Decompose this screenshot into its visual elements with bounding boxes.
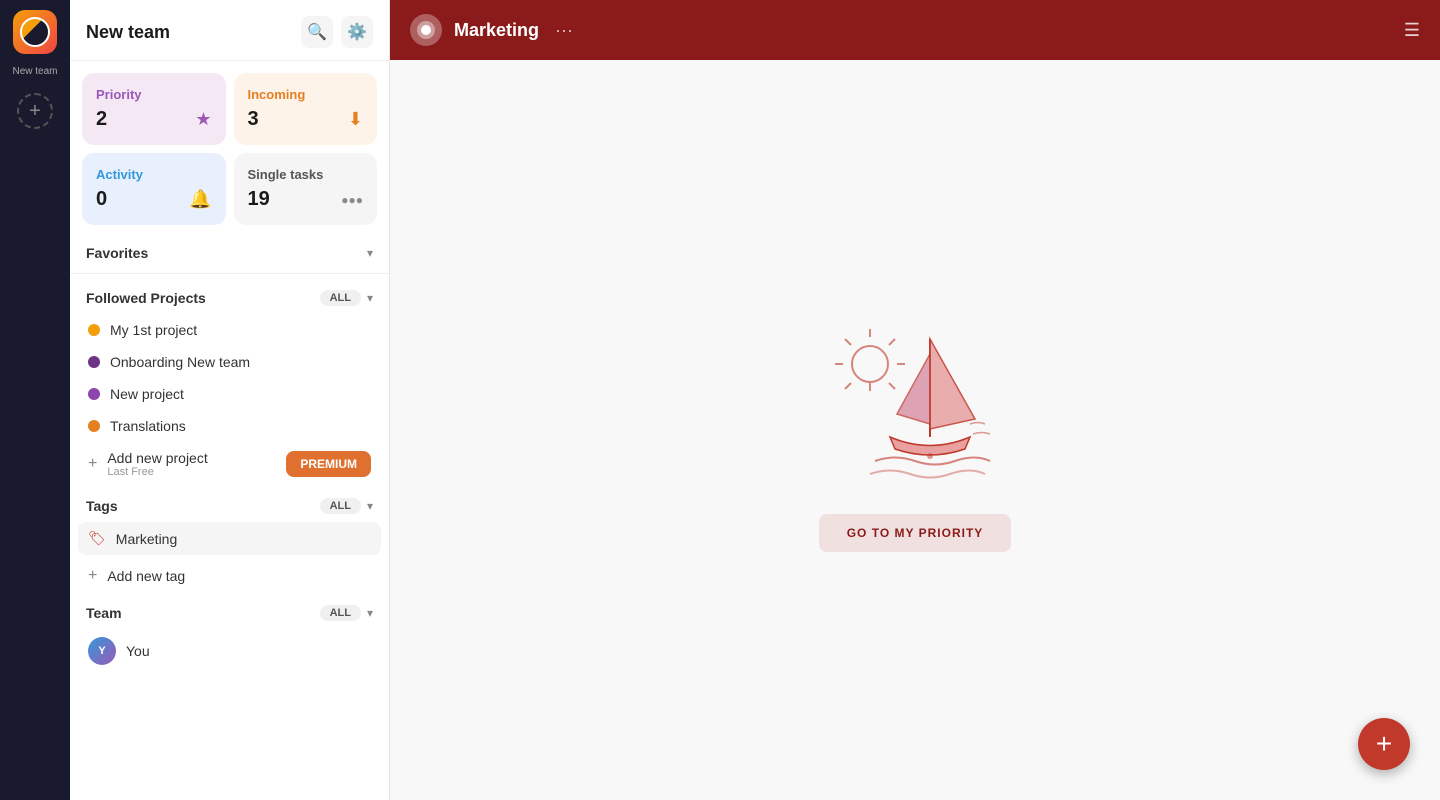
tags-title: Tags xyxy=(86,498,118,514)
incoming-count: 3 xyxy=(248,108,259,131)
project-dot xyxy=(88,420,100,432)
add-project-item[interactable]: + Add new project Last Free PREMIUM xyxy=(78,442,381,486)
team-section[interactable]: Team ALL ▾ xyxy=(70,593,389,629)
single-tasks-count: 19 xyxy=(248,188,270,211)
settings-button[interactable]: ⚙️ xyxy=(341,16,373,48)
premium-button[interactable]: PREMIUM xyxy=(286,451,371,477)
activity-label: Activity xyxy=(96,167,212,182)
avatar: Y xyxy=(88,637,116,665)
project-name: New project xyxy=(110,386,184,402)
sidebar-actions: 🔍 ⚙️ xyxy=(301,16,373,48)
project-dot xyxy=(88,356,100,368)
main-header-menu-button[interactable]: ··· xyxy=(555,20,573,41)
sidebar: New team 🔍 ⚙️ Priority 2 ★ Incoming 3 ⬇ … xyxy=(70,0,390,800)
project-list: My 1st project Onboarding New team New p… xyxy=(70,314,389,486)
followed-projects-section[interactable]: Followed Projects ALL ▾ xyxy=(70,278,389,314)
incoming-card[interactable]: Incoming 3 ⬇ xyxy=(234,73,378,145)
sidebar-title: New team xyxy=(86,22,170,43)
single-tasks-card[interactable]: Single tasks 19 ●●● xyxy=(234,153,378,225)
add-workspace-button[interactable]: + xyxy=(17,93,53,129)
single-tasks-label: Single tasks xyxy=(248,167,364,182)
project-name: Translations xyxy=(110,418,186,434)
project-item[interactable]: Translations xyxy=(78,410,381,442)
activity-icon: 🔔 xyxy=(189,189,211,210)
activity-card[interactable]: Activity 0 🔔 xyxy=(82,153,226,225)
main-header: Marketing ··· ☰ xyxy=(390,0,1440,60)
add-tag-item[interactable]: + Add new tag xyxy=(78,559,381,593)
main-body: GO TO MY PRIORITY xyxy=(390,60,1440,800)
tags-chevron: ▾ xyxy=(367,499,373,513)
tags-section[interactable]: Tags ALL ▾ xyxy=(70,486,389,522)
stats-grid: Priority 2 ★ Incoming 3 ⬇ Activity 0 🔔 S… xyxy=(70,61,389,233)
app-logo[interactable] xyxy=(13,10,57,54)
priority-card[interactable]: Priority 2 ★ xyxy=(82,73,226,145)
add-tag-label: Add new tag xyxy=(107,568,185,584)
add-tag-icon: + xyxy=(88,567,97,585)
icon-bar-team-label: New team xyxy=(12,66,57,77)
project-item[interactable]: New project xyxy=(78,378,381,410)
team-member[interactable]: Y You xyxy=(78,629,381,673)
sailboat-illustration xyxy=(815,309,1015,484)
project-item[interactable]: Onboarding New team xyxy=(78,346,381,378)
add-project-label: Add new project xyxy=(107,450,207,466)
single-tasks-icon: ●●● xyxy=(341,193,363,207)
header-search-icon[interactable]: ☰ xyxy=(1404,20,1420,41)
project-item[interactable]: My 1st project xyxy=(78,314,381,346)
incoming-label: Incoming xyxy=(248,87,364,102)
priority-icon: ★ xyxy=(195,109,211,130)
main-header-logo xyxy=(410,14,442,46)
followed-projects-title: Followed Projects xyxy=(86,290,206,306)
activity-count: 0 xyxy=(96,188,107,211)
add-project-icon: + xyxy=(88,455,97,473)
favorites-title: Favorites xyxy=(86,245,148,261)
incoming-icon: ⬇ xyxy=(348,109,363,130)
tag-name: Marketing xyxy=(116,531,177,547)
tag-item[interactable]: 🏷 Marketing xyxy=(78,522,381,555)
team-chevron: ▾ xyxy=(367,606,373,620)
add-project-sub: Last Free xyxy=(107,466,207,478)
project-dot xyxy=(88,388,100,400)
member-name: You xyxy=(126,643,150,659)
tags-all-badge[interactable]: ALL xyxy=(320,498,361,514)
sidebar-header: New team 🔍 ⚙️ xyxy=(70,0,389,61)
main-header-title: Marketing xyxy=(454,20,539,41)
tag-icon: 🏷 xyxy=(88,530,106,547)
icon-bar: New team + xyxy=(0,0,70,800)
priority-count: 2 xyxy=(96,108,107,131)
followed-projects-chevron: ▾ xyxy=(367,291,373,305)
main: Marketing ··· ☰ xyxy=(390,0,1440,800)
main-header-actions: ☰ xyxy=(1404,20,1420,41)
followed-projects-all-badge[interactable]: ALL xyxy=(320,290,361,306)
project-dot xyxy=(88,324,100,336)
project-name: My 1st project xyxy=(110,322,197,338)
favorites-section[interactable]: Favorites ▾ xyxy=(70,233,389,269)
empty-state: GO TO MY PRIORITY xyxy=(815,309,1015,552)
project-name: Onboarding New team xyxy=(110,354,250,370)
favorites-chevron: ▾ xyxy=(367,246,373,260)
go-to-priority-button[interactable]: GO TO MY PRIORITY xyxy=(819,514,1012,552)
priority-label: Priority xyxy=(96,87,212,102)
team-title: Team xyxy=(86,605,122,621)
fab-button[interactable]: + xyxy=(1358,718,1410,770)
search-button[interactable]: 🔍 xyxy=(301,16,333,48)
team-all-badge[interactable]: ALL xyxy=(320,605,361,621)
